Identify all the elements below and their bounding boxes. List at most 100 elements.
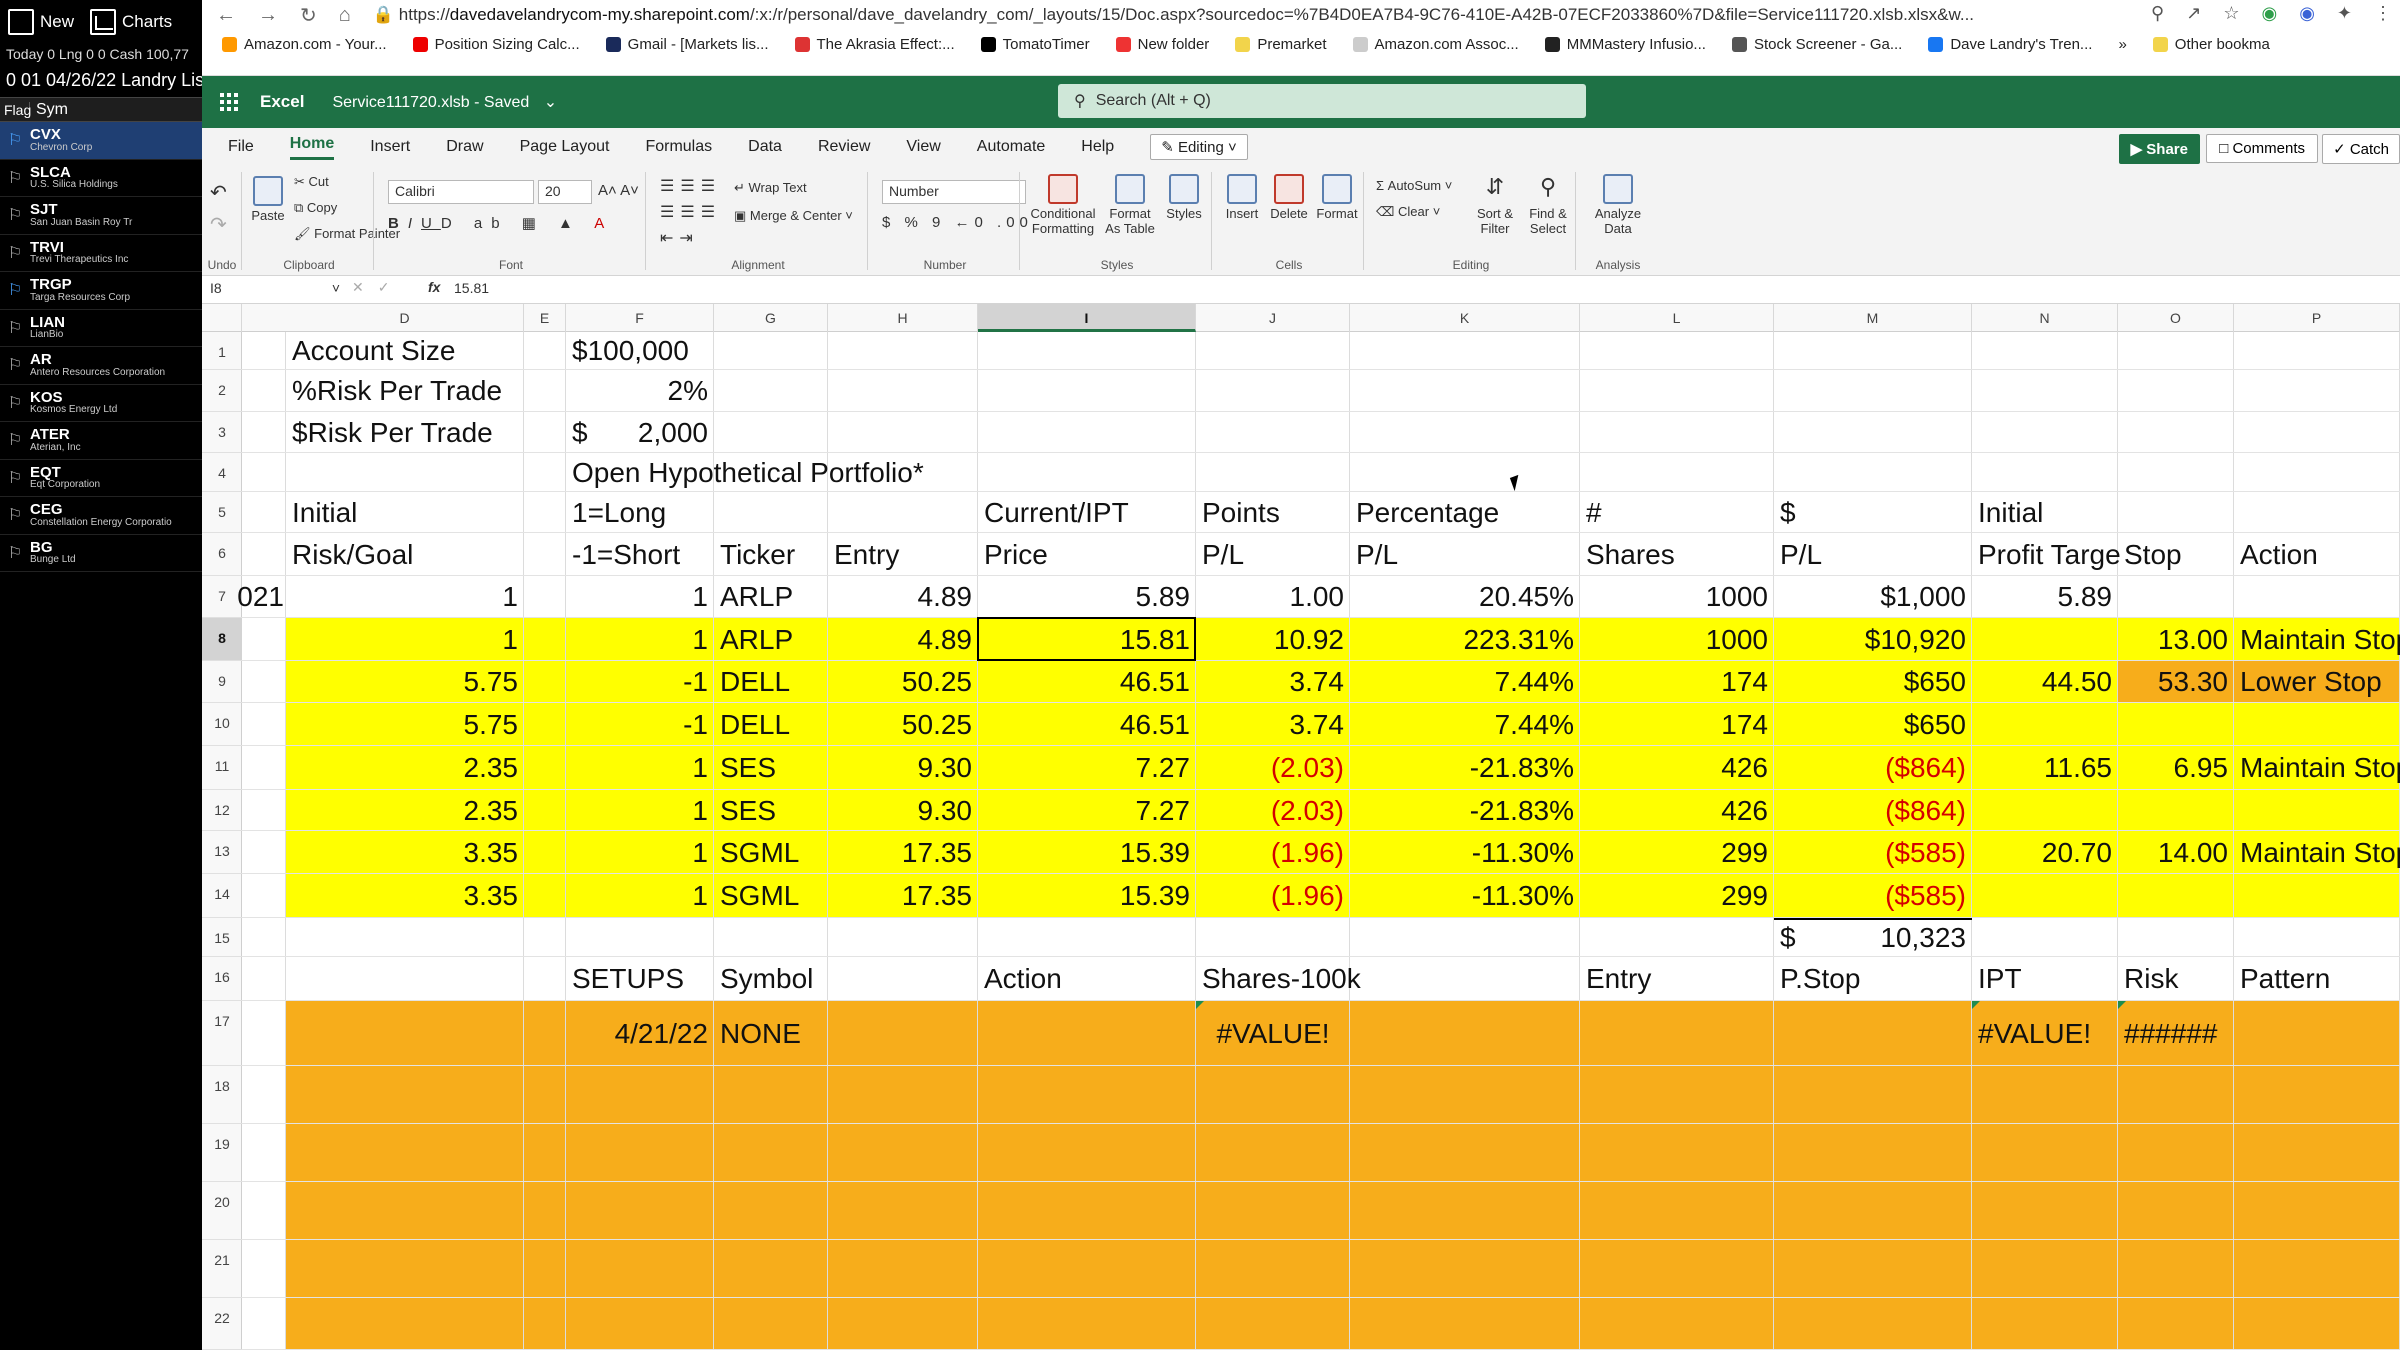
cell-J16[interactable]: Shares-100k bbox=[1196, 957, 1361, 1001]
bookmark-item[interactable]: Premarket bbox=[1235, 36, 1327, 53]
cell-K14[interactable]: -11.30% bbox=[1350, 874, 1580, 918]
cell-O9[interactable]: 53.30 bbox=[2118, 661, 2234, 703]
cell-H13[interactable]: 17.35 bbox=[828, 831, 978, 874]
tab-draw[interactable]: Draw bbox=[446, 138, 483, 156]
tab-help[interactable]: Help bbox=[1081, 138, 1114, 156]
flag-column-header[interactable]: Flag bbox=[0, 101, 31, 118]
tab-formulas[interactable]: Formulas bbox=[645, 138, 712, 156]
cell-J13[interactable]: (1.96) bbox=[1196, 831, 1350, 874]
flag-icon[interactable]: ⚐ bbox=[0, 280, 30, 300]
cell-N17[interactable]: #VALUE! bbox=[1972, 1001, 2118, 1066]
new-button[interactable]: New bbox=[40, 12, 74, 32]
cell-I5[interactable]: Current/IPT bbox=[978, 492, 1196, 533]
cell-P9[interactable]: Lower Stop bbox=[2234, 661, 2400, 703]
cell-J9[interactable]: 3.74 bbox=[1196, 661, 1350, 703]
column-header-E[interactable]: E bbox=[524, 304, 566, 332]
cell-J6[interactable]: P/L bbox=[1196, 533, 1350, 576]
cell-F12[interactable]: 1 bbox=[566, 790, 714, 831]
bookmark-item[interactable]: Stock Screener - Ga... bbox=[1731, 36, 1902, 53]
tab-data[interactable]: Data bbox=[748, 138, 782, 156]
cell-D5[interactable]: Initial bbox=[286, 492, 524, 533]
cell-F11[interactable]: 1 bbox=[566, 746, 714, 790]
flag-icon[interactable]: ⚐ bbox=[0, 543, 30, 563]
cell-I10[interactable]: 46.51 bbox=[978, 703, 1196, 746]
cell-L16[interactable]: Entry bbox=[1580, 957, 1774, 1001]
cell-G11[interactable]: SES bbox=[714, 746, 828, 790]
row-header-13[interactable]: 13 bbox=[202, 831, 242, 874]
app-name[interactable]: Excel bbox=[260, 92, 304, 112]
cell-C7[interactable]: 021 bbox=[237, 576, 286, 618]
grow-font-icon[interactable]: A˄ A˅ bbox=[598, 182, 639, 199]
cell-area[interactable]: Account Size $100,000 %Risk Per Trade 2% $Ri… bbox=[237, 332, 2400, 1350]
cell-M14[interactable]: ($585) bbox=[1774, 874, 1972, 918]
cell-P11[interactable]: Maintain Stop bbox=[2234, 746, 2400, 790]
column-header-L[interactable]: L bbox=[1580, 304, 1774, 332]
address-bar[interactable]: 🔒 https://davedavelandrycom-my.sharepoin… bbox=[373, 5, 1974, 25]
tab-page-layout[interactable]: Page Layout bbox=[520, 138, 610, 156]
cell-I11[interactable]: 7.27 bbox=[978, 746, 1196, 790]
bookmark-item[interactable]: Gmail - [Markets lis... bbox=[605, 36, 769, 53]
cell-D2[interactable]: %Risk Per Trade bbox=[286, 370, 524, 412]
cell-D14[interactable]: 3.35 bbox=[286, 874, 524, 918]
cut-button[interactable]: ✂ Cut bbox=[294, 174, 329, 190]
cell-L5[interactable]: # bbox=[1580, 492, 1774, 533]
row-header-7[interactable]: 7 bbox=[202, 576, 242, 618]
cell-L13[interactable]: 299 bbox=[1580, 831, 1774, 874]
cell-G9[interactable]: DELL bbox=[714, 661, 828, 703]
cell-M15-value[interactable]: 10,323 bbox=[1774, 918, 1972, 957]
cell-N5[interactable]: Initial bbox=[1972, 492, 2118, 533]
cell-N9[interactable]: 44.50 bbox=[1972, 661, 2118, 703]
cell-N6[interactable]: Profit Targe bbox=[1972, 533, 2121, 576]
cell-N16[interactable]: IPT bbox=[1972, 957, 2118, 1001]
cell-D1[interactable]: Account Size bbox=[286, 332, 524, 370]
cell-K12[interactable]: -21.83% bbox=[1350, 790, 1580, 831]
watchlist-item[interactable]: ⚐ SLCA U.S. Silica Holdings bbox=[0, 160, 202, 197]
cell-P6[interactable]: Action bbox=[2234, 533, 2400, 576]
reload-icon[interactable]: ↻ bbox=[300, 3, 317, 28]
cell-G12[interactable]: SES bbox=[714, 790, 828, 831]
autosum-button[interactable]: Σ AutoSum ˅ bbox=[1376, 178, 1452, 193]
watchlist-item[interactable]: ⚐ TRGP Targa Resources Corp bbox=[0, 272, 202, 310]
flag-icon[interactable]: ⚐ bbox=[0, 430, 30, 450]
cell-F13[interactable]: 1 bbox=[566, 831, 714, 874]
extension-icon-2[interactable]: ◉ bbox=[2299, 3, 2315, 24]
font-style-buttons[interactable]: BIUD ab ▦ ▲ A bbox=[388, 214, 613, 232]
watchlist-item[interactable]: ⚐ CVX Chevron Corp bbox=[0, 122, 202, 160]
watchlist-name[interactable]: 0 01 04/26/22 Landry List bbox=[0, 64, 202, 98]
row-header-8[interactable]: 8 bbox=[202, 618, 242, 661]
row-header-17[interactable]: 17 bbox=[202, 1001, 242, 1066]
cell-D3[interactable]: $Risk Per Trade bbox=[286, 412, 524, 453]
star-icon[interactable]: ☆ bbox=[2223, 3, 2239, 24]
new-icon[interactable] bbox=[8, 9, 34, 35]
editing-mode-button[interactable]: ✎ Editing ˅ bbox=[1150, 134, 1248, 160]
cell-I16[interactable]: Action bbox=[978, 957, 1196, 1001]
tab-insert[interactable]: Insert bbox=[370, 138, 410, 156]
paste-button[interactable]: Paste bbox=[250, 176, 286, 224]
cell-O13[interactable]: 14.00 bbox=[2118, 831, 2234, 874]
cell-H9[interactable]: 50.25 bbox=[828, 661, 978, 703]
flag-icon[interactable]: ⚐ bbox=[0, 393, 30, 413]
cell-H12[interactable]: 9.30 bbox=[828, 790, 978, 831]
cell-G7[interactable]: ARLP bbox=[714, 576, 828, 618]
row-header-9[interactable]: 9 bbox=[202, 661, 242, 703]
bookmarks-overflow-icon[interactable]: » bbox=[2118, 36, 2126, 53]
row-header-14[interactable]: 14 bbox=[202, 874, 242, 918]
column-header-I[interactable]: I bbox=[978, 304, 1196, 332]
cell-O6[interactable]: Stop bbox=[2118, 533, 2234, 576]
other-bookmarks[interactable]: Other bookma bbox=[2152, 36, 2270, 53]
cell-M13[interactable]: ($585) bbox=[1774, 831, 1972, 874]
cell-O16[interactable]: Risk bbox=[2118, 957, 2234, 1001]
cell-G17[interactable]: NONE bbox=[714, 1001, 828, 1066]
cell-G13[interactable]: SGML bbox=[714, 831, 828, 874]
column-header-J[interactable]: J bbox=[1196, 304, 1350, 332]
row-header-12[interactable]: 12 bbox=[202, 790, 242, 831]
cell-I13[interactable]: 15.39 bbox=[978, 831, 1196, 874]
cell-M12[interactable]: ($864) bbox=[1774, 790, 1972, 831]
row-header-11[interactable]: 11 bbox=[202, 746, 242, 790]
redo-icon[interactable]: ↷ bbox=[210, 214, 227, 237]
cell-F10[interactable]: -1 bbox=[566, 703, 714, 746]
column-header-N[interactable]: N bbox=[1972, 304, 2118, 332]
fx-icon[interactable]: fx bbox=[428, 279, 440, 295]
conditional-formatting-button[interactable]: Conditional Formatting bbox=[1028, 174, 1098, 237]
row-header-22[interactable]: 22 bbox=[202, 1298, 242, 1350]
